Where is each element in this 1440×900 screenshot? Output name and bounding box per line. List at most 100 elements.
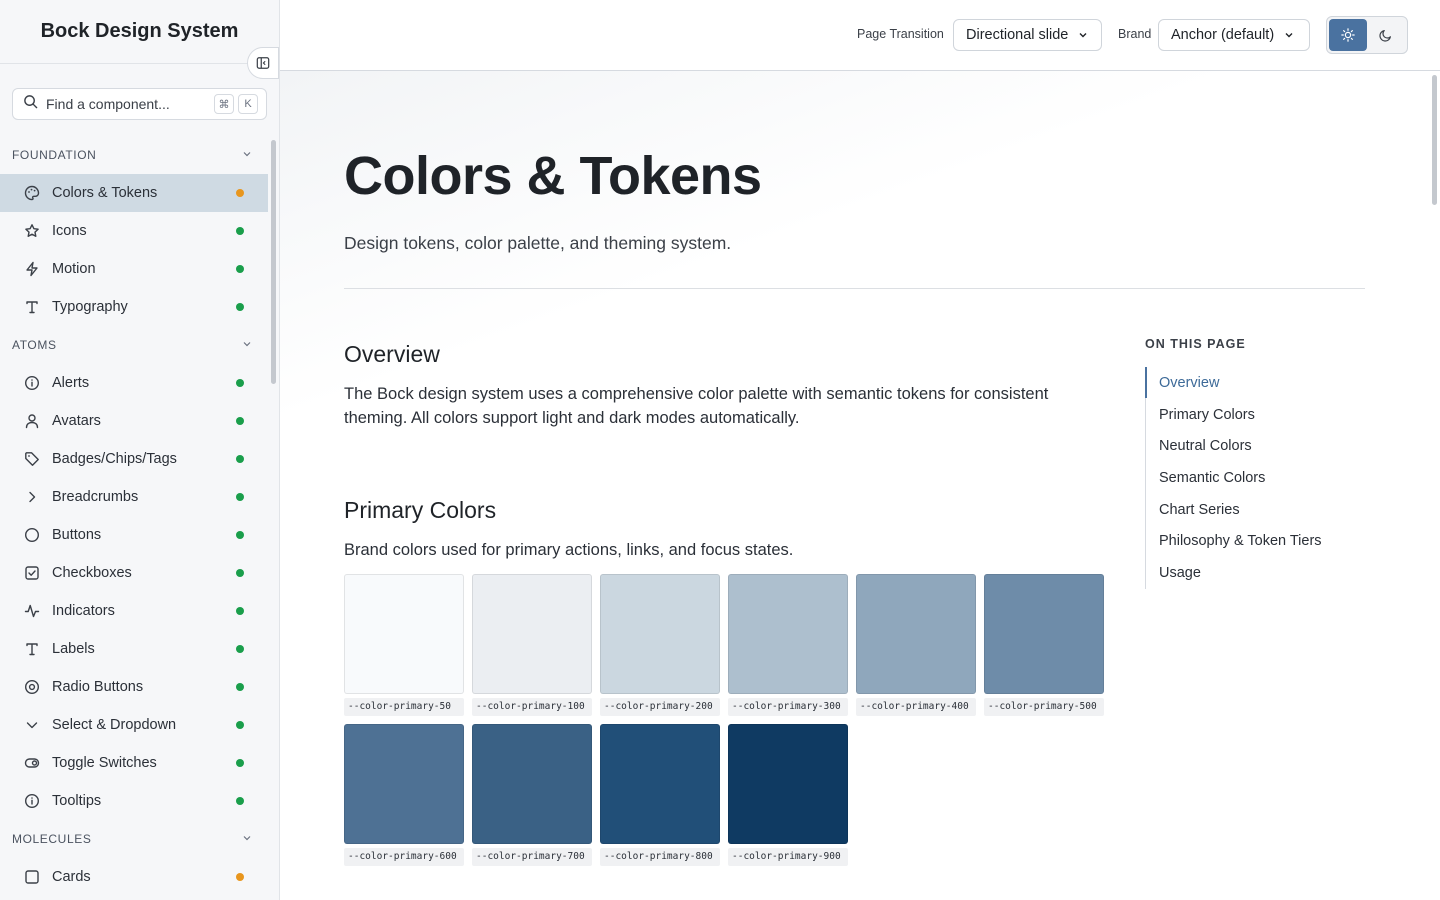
swatch-token-name: --color-primary-200 [600, 698, 720, 716]
swatch-color [600, 724, 720, 844]
status-dot [236, 607, 244, 615]
toc-link-neutral-colors[interactable]: Neutral Colors [1146, 430, 1355, 462]
swatch-token-name: --color-primary-100 [472, 698, 592, 716]
palette-icon [24, 185, 40, 201]
sidebar-item-label: Colors & Tokens [52, 185, 158, 201]
info-circle-icon [24, 793, 40, 809]
sidebar-item-avatars[interactable]: Avatars [0, 402, 268, 440]
toc-link-overview[interactable]: Overview [1145, 367, 1355, 399]
sidebar-item-alerts[interactable]: Alerts [0, 364, 268, 402]
collapse-sidebar-button[interactable] [247, 47, 279, 79]
color-swatch[interactable]: --color-primary-900 [728, 724, 848, 866]
sidebar-item-typography[interactable]: Typography [0, 288, 268, 326]
sidebar-scrollbar[interactable] [271, 140, 276, 384]
brand-select[interactable]: Anchor (default) [1158, 19, 1310, 51]
sidebar-item-badges-chips-tags[interactable]: Badges/Chips/Tags [0, 440, 268, 478]
info-circle-icon [24, 375, 40, 391]
sidebar-item-label: Motion [52, 261, 96, 277]
swatch-token-name: --color-primary-400 [856, 698, 976, 716]
top-bar: Page Transition Directional slide Brand … [280, 0, 1440, 71]
color-swatch[interactable]: --color-primary-300 [728, 574, 848, 716]
sidebar-toggle-icon [256, 57, 270, 69]
page-title: Colors & Tokens [344, 146, 762, 206]
checkbox-icon [24, 565, 40, 581]
primary-colors-heading: Primary Colors [344, 497, 497, 523]
sidebar-item-buttons[interactable]: Buttons [0, 516, 268, 554]
status-dot [236, 873, 244, 881]
page-transition-select[interactable]: Directional slide [953, 19, 1102, 51]
overview-text: The Bock design system uses a comprehens… [344, 385, 1049, 427]
status-dot [236, 645, 244, 653]
primary-colors-text: Brand colors used for primary actions, l… [344, 541, 794, 559]
section-header-foundation[interactable]: FOUNDATION [0, 136, 268, 174]
color-swatch[interactable]: --color-primary-800 [600, 724, 720, 866]
swatch-color [728, 724, 848, 844]
status-dot [236, 531, 244, 539]
sidebar-item-cards[interactable]: Cards [0, 858, 268, 896]
status-dot [236, 759, 244, 767]
section-title: ATOMS [12, 338, 57, 352]
search-input[interactable] [46, 96, 210, 112]
sidebar-item-label: Avatars [52, 413, 101, 429]
color-swatch[interactable]: --color-primary-400 [856, 574, 976, 716]
sidebar-nav: FOUNDATION Colors & Tokens Icons Motion … [0, 136, 268, 896]
swatch-color [600, 574, 720, 694]
sidebar-item-breadcrumbs[interactable]: Breadcrumbs [0, 478, 268, 516]
sidebar-item-label: Buttons [52, 527, 102, 543]
lightning-icon [24, 261, 40, 277]
chevron-down-icon [1079, 33, 1087, 38]
sidebar-item-label: Indicators [52, 603, 115, 619]
sidebar-item-icons[interactable]: Icons [0, 212, 268, 250]
sidebar-item-label: Breadcrumbs [52, 489, 139, 505]
status-dot [236, 683, 244, 691]
status-dot [236, 189, 244, 197]
sidebar-item-indicators[interactable]: Indicators [0, 592, 268, 630]
color-swatch[interactable]: --color-primary-50 [344, 574, 464, 716]
swatch-color [856, 574, 976, 694]
sidebar-item-select-dropdown[interactable]: Select & Dropdown [0, 706, 268, 744]
user-icon [24, 413, 40, 429]
sidebar-item-checkboxes[interactable]: Checkboxes [0, 554, 268, 592]
toc-link-primary-colors[interactable]: Primary Colors [1146, 399, 1355, 431]
chevron-right-icon [24, 489, 40, 505]
section-header-molecules[interactable]: MOLECULES [0, 820, 268, 858]
color-swatch[interactable]: --color-primary-500 [984, 574, 1104, 716]
color-swatch[interactable]: --color-primary-100 [472, 574, 592, 716]
sidebar-item-label: Labels [52, 641, 95, 657]
swatch-token-name: --color-primary-500 [984, 698, 1104, 716]
table-of-contents: ON THIS PAGE Overview Primary Colors Neutr… [1145, 337, 1355, 589]
section-title: FOUNDATION [12, 148, 97, 162]
page-subtitle: Design tokens, color palette, and themin… [344, 233, 732, 253]
color-swatch[interactable]: --color-primary-600 [344, 724, 464, 866]
toc-link-chart-series[interactable]: Chart Series [1146, 494, 1355, 526]
color-swatch[interactable]: --color-primary-700 [472, 724, 592, 866]
section-header-atoms[interactable]: ATOMS [0, 326, 268, 364]
status-dot [236, 797, 244, 805]
search-box[interactable]: ⌘ K [12, 88, 267, 120]
toc-link-semantic-colors[interactable]: Semantic Colors [1146, 462, 1355, 494]
sidebar-item-tooltips[interactable]: Tooltips [0, 782, 268, 820]
app-title: Bock Design System [0, 0, 279, 64]
sidebar-item-radio-buttons[interactable]: Radio Buttons [0, 668, 268, 706]
status-dot [236, 493, 244, 501]
overview-heading: Overview [344, 341, 440, 367]
sidebar-item-colors-tokens[interactable]: Colors & Tokens [0, 174, 268, 212]
sidebar-item-labels[interactable]: Labels [0, 630, 268, 668]
swatch-color [344, 724, 464, 844]
light-theme-button[interactable] [1329, 19, 1367, 51]
sidebar-item-motion[interactable]: Motion [0, 250, 268, 288]
toc-link-philosophy-token-tiers[interactable]: Philosophy & Token Tiers [1146, 525, 1355, 557]
brand-label: Brand [1118, 27, 1152, 41]
main-scrollbar[interactable] [1432, 75, 1437, 205]
toc-link-usage[interactable]: Usage [1146, 557, 1355, 589]
color-swatch[interactable]: --color-primary-200 [600, 574, 720, 716]
status-dot [236, 265, 244, 273]
toggle-icon [24, 755, 40, 771]
sidebar-item-toggle-switches[interactable]: Toggle Switches [0, 744, 268, 782]
square-icon [24, 869, 40, 885]
dark-theme-button[interactable] [1367, 19, 1405, 51]
sidebar-item-label: Icons [52, 223, 87, 239]
star-icon [24, 223, 40, 239]
status-dot [236, 379, 244, 387]
sidebar-item-label: Cards [52, 869, 91, 885]
